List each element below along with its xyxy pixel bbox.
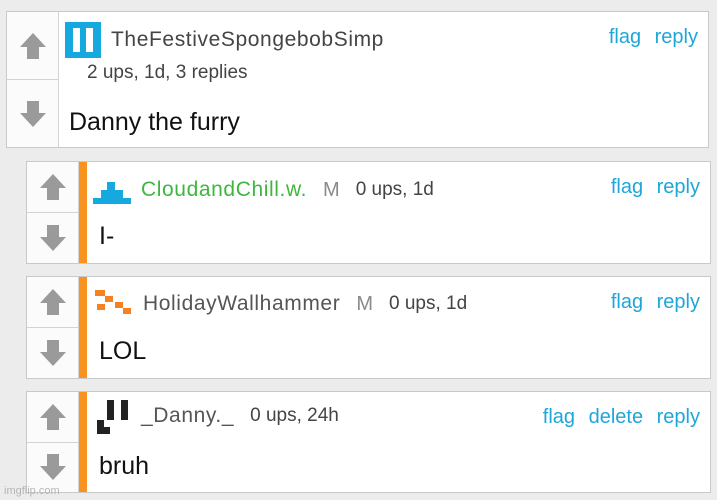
arrow-down-icon	[39, 225, 66, 251]
upvote-button[interactable]	[27, 162, 78, 212]
orange-pixel-icon	[95, 290, 131, 314]
comment-header: CloudandChill.w. M 0 ups, 1d	[93, 174, 434, 206]
flag-link[interactable]: flag	[611, 176, 643, 198]
arrow-up-icon	[19, 32, 46, 59]
reply-link[interactable]: reply	[657, 406, 700, 428]
reply-link[interactable]: reply	[657, 176, 700, 198]
upvote-button[interactable]	[27, 392, 78, 442]
vote-column	[27, 392, 79, 492]
vote-column	[27, 162, 79, 263]
arrow-down-icon	[19, 100, 46, 127]
comment-actions: flag reply	[601, 26, 698, 49]
comment-3: HolidayWallhammer M 0 ups, 1d flag reply…	[26, 276, 711, 379]
comment-actions: flag delete reply	[535, 406, 700, 429]
comment-stats: 0 ups, 1d	[388, 293, 468, 314]
reply-link[interactable]: reply	[655, 26, 698, 48]
username-link[interactable]: TheFestiveSpongebobSimp	[111, 28, 384, 52]
comment-body: TheFestiveSpongebobSimp 2 ups, 1d, 3 rep…	[59, 12, 708, 147]
reply-accent-bar	[79, 162, 87, 263]
blue-stairs-icon	[93, 182, 131, 204]
flag-link[interactable]: flag	[543, 406, 575, 428]
comment-1: TheFestiveSpongebobSimp 2 ups, 1d, 3 rep…	[6, 11, 709, 148]
upvote-button[interactable]	[7, 12, 58, 79]
comment-body: CloudandChill.w. M 0 ups, 1d flag reply …	[87, 162, 710, 263]
comment-actions: flag reply	[603, 291, 700, 314]
upvote-button[interactable]	[27, 277, 78, 327]
comment-header: HolidayWallhammer M 0 ups, 1d	[95, 288, 467, 320]
blue-pause-icon	[65, 22, 101, 58]
vote-column	[7, 12, 59, 147]
comment-stats: 2 ups, 1d, 3 replies	[87, 62, 248, 83]
comment-text: bruh	[99, 452, 150, 480]
comment-header: _Danny._ 0 ups, 24h	[95, 398, 339, 434]
reply-accent-bar	[79, 277, 87, 378]
flag-link[interactable]: flag	[611, 291, 643, 313]
reply-link[interactable]: reply	[657, 291, 700, 313]
downvote-button[interactable]	[27, 212, 78, 263]
vote-column	[27, 277, 79, 378]
comment-stats: 0 ups, 1d	[355, 179, 434, 200]
comment-2: CloudandChill.w. M 0 ups, 1d flag reply …	[26, 161, 711, 264]
comment-actions: flag reply	[603, 176, 700, 199]
delete-link[interactable]: delete	[589, 406, 644, 428]
comment-header: TheFestiveSpongebobSimp	[65, 22, 384, 58]
downvote-button[interactable]	[7, 79, 58, 147]
mod-badge: M	[356, 292, 373, 315]
comment-4: _Danny._ 0 ups, 24h flag delete reply br…	[26, 391, 711, 493]
arrow-down-icon	[39, 340, 66, 366]
watermark: imgflip.com	[4, 485, 60, 497]
username-link[interactable]: CloudandChill.w.	[141, 178, 307, 202]
arrow-up-icon	[39, 289, 66, 315]
flag-link[interactable]: flag	[609, 26, 641, 48]
reply-accent-bar	[79, 392, 87, 492]
comment-text: Danny the furry	[69, 108, 240, 136]
username-link[interactable]: HolidayWallhammer	[143, 292, 340, 316]
mod-badge: M	[323, 178, 340, 201]
arrow-down-icon	[39, 454, 66, 481]
comment-stats: 0 ups, 24h	[250, 405, 339, 426]
arrow-up-icon	[39, 403, 66, 430]
comment-body: _Danny._ 0 ups, 24h flag delete reply br…	[87, 392, 710, 492]
downvote-button[interactable]	[27, 327, 78, 378]
black-pixel-icon	[97, 400, 128, 434]
comment-body: HolidayWallhammer M 0 ups, 1d flag reply…	[87, 277, 710, 378]
username-link[interactable]: _Danny._	[141, 404, 234, 428]
comment-text: I-	[99, 222, 115, 250]
comment-text: LOL	[99, 337, 147, 365]
arrow-up-icon	[39, 174, 66, 200]
